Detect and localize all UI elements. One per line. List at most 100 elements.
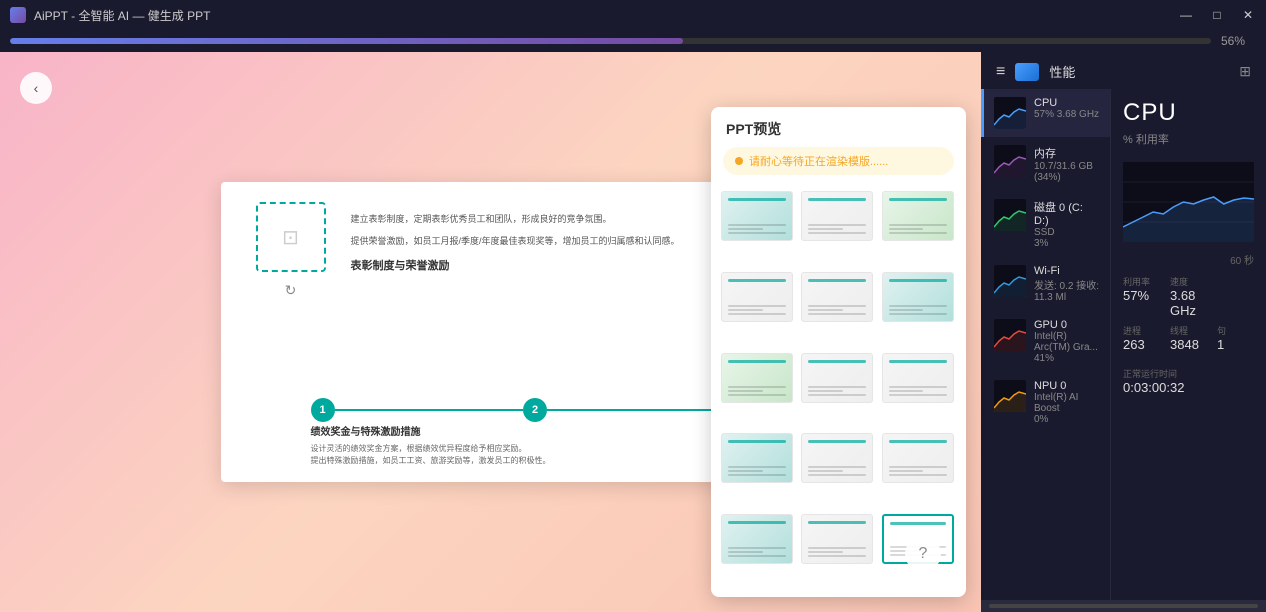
perf-sidebar-item-gpu[interactable]: GPU 0Intel(R) Arc(TM) Gra... 41% — [981, 311, 1110, 372]
timeline-line-2 — [547, 409, 736, 411]
perf-sidebar-info-wifi: Wi-Fi发送: 0.2 接收: 11.3 Ml — [1034, 265, 1100, 303]
preview-thumbnail-10[interactable] — [721, 433, 793, 483]
title-bar-left: AiPPT - 全智能 AI — 健生成 PPT — [10, 7, 210, 24]
help-button[interactable]: ? — [905, 536, 941, 572]
perf-logo-icon — [1015, 63, 1039, 81]
perf-sidebar-item-cpu[interactable]: CPU57% 3.68 GHz — [981, 89, 1110, 137]
window-controls: — □ ✕ — [1178, 8, 1256, 22]
utilization-label: 利用率 — [1123, 275, 1160, 288]
perf-sidebar-detail-memory: 10.7/31.6 GB (34%) — [1034, 161, 1100, 183]
perf-body: CPU57% 3.68 GHz 内存10.7/31.6 GB (34%) 磁盘 … — [981, 89, 1266, 600]
perf-mini-chart-npu — [994, 380, 1026, 412]
slide-subtitle: 绩效奖金与特殊激励措施 — [311, 423, 736, 438]
preview-thumbnail-3[interactable] — [882, 191, 954, 241]
perf-sidebar-detail-disk: SSD 3% — [1034, 227, 1100, 249]
perf-main-content: CPU % 利用率 60 秒 — [1111, 89, 1266, 600]
perf-sidebar-name-disk: 磁盘 0 (C: D:) — [1034, 199, 1100, 227]
expand-icon[interactable]: ⊞ — [1239, 63, 1251, 80]
handle-value: 1 — [1217, 337, 1254, 352]
cpu-uptime-stat: 正常运行时间 0:03:00:32 — [1123, 363, 1254, 395]
perf-sidebar-info-memory: 内存10.7/31.6 GB (34%) — [1034, 145, 1100, 183]
cpu-speed-stat: 速度 3.68 GHz — [1170, 275, 1207, 318]
main-area: ‹ ⊡ ↻ 建立表彰制度，定期表彰优秀员工和团队，形成良好的竞争氛围。 提供荣誉… — [0, 52, 1266, 612]
uptime-value: 0:03:00:32 — [1123, 380, 1254, 395]
perf-sidebar-info-npu: NPU 0Intel(R) AI Boost 0% — [1034, 380, 1100, 425]
perf-sidebar-name-cpu: CPU — [1034, 97, 1100, 109]
minimize-button[interactable]: — — [1178, 8, 1194, 22]
slide-timeline: 1 2 — [311, 398, 736, 422]
perf-mini-chart-gpu — [994, 319, 1026, 351]
process-label: 进程 — [1123, 324, 1160, 337]
perf-title: 性能 — [1049, 62, 1075, 81]
scrollbar[interactable] — [989, 604, 1258, 608]
slide-text-2: 提供荣誉激励，如员工月报/季度/年度最佳表现奖等，增加员工的归属感和认同感。 — [351, 234, 736, 248]
performance-panel: ≡ 性能 ⊞ CPU57% 3.68 GHz 内存10.7/31.6 GB (3… — [981, 52, 1266, 612]
cpu-stats-grid: 利用率 57% 速度 3.68 GHz 进程 263 线程 3848 — [1123, 275, 1254, 352]
perf-mini-chart-wifi — [994, 265, 1026, 297]
utilization-value: 57% — [1123, 288, 1160, 303]
title-bar: AiPPT - 全智能 AI — 健生成 PPT — □ ✕ — [0, 0, 1266, 30]
perf-sidebar-detail-gpu: Intel(R) Arc(TM) Gra... 41% — [1034, 331, 1100, 364]
cpu-chart-svg — [1123, 162, 1254, 242]
progress-bar-track — [10, 38, 1211, 44]
perf-sidebar-info-disk: 磁盘 0 (C: D:)SSD 3% — [1034, 199, 1100, 249]
window-title: AiPPT - 全智能 AI — 健生成 PPT — [34, 7, 210, 24]
perf-sidebar-info-cpu: CPU57% 3.68 GHz — [1034, 97, 1100, 120]
speed-value: 3.68 GHz — [1170, 288, 1207, 318]
preview-thumbnail-7[interactable] — [721, 353, 793, 403]
perf-sidebar-info-gpu: GPU 0Intel(R) Arc(TM) Gra... 41% — [1034, 319, 1100, 364]
progress-bar-fill — [10, 38, 683, 44]
perf-sidebar-name-memory: 内存 — [1034, 145, 1100, 161]
preview-thumbnail-grid — [711, 183, 966, 597]
rendering-dot-icon — [735, 157, 743, 165]
preview-thumbnail-14[interactable] — [801, 514, 873, 564]
close-button[interactable]: ✕ — [1240, 8, 1256, 22]
perf-mini-chart-cpu — [994, 97, 1026, 129]
preview-thumbnail-5[interactable] — [801, 272, 873, 322]
cpu-thread-stat: 线程 3848 — [1170, 324, 1207, 352]
loading-spinner-icon: ↻ — [285, 282, 297, 299]
perf-header-left: ≡ 性能 — [996, 62, 1075, 81]
progress-percent: 56% — [1221, 34, 1256, 48]
cpu-process-stat: 进程 263 — [1123, 324, 1160, 352]
preview-thumbnail-11[interactable] — [801, 433, 873, 483]
preview-thumbnail-1[interactable] — [721, 191, 793, 241]
back-icon: ‹ — [34, 80, 39, 96]
slide-subtext-2: 提出特殊激励措施，如员工工资、旅游奖励等，激发员工的积极性。 — [311, 455, 736, 467]
preview-thumbnail-4[interactable] — [721, 272, 793, 322]
preview-thumbnail-9[interactable] — [882, 353, 954, 403]
slide-preview: ⊡ ↻ 建立表彰制度，定期表彰优秀员工和团队，形成良好的竞争氛围。 提供荣誉激励… — [221, 182, 761, 482]
preview-thumbnail-6[interactable] — [882, 272, 954, 322]
timeline-node-2: 2 — [523, 398, 547, 422]
perf-footer — [981, 600, 1266, 612]
perf-sidebar-detail-wifi: 发送: 0.2 接收: 11.3 Ml — [1034, 277, 1100, 303]
perf-header: ≡ 性能 ⊞ — [981, 52, 1266, 89]
preview-thumbnail-12[interactable] — [882, 433, 954, 483]
perf-sidebar-name-gpu: GPU 0 — [1034, 319, 1100, 331]
back-button[interactable]: ‹ — [20, 72, 52, 104]
menu-icon[interactable]: ≡ — [996, 63, 1005, 81]
perf-sidebar: CPU57% 3.68 GHz 内存10.7/31.6 GB (34%) 磁盘 … — [981, 89, 1111, 600]
cpu-empty-stat — [1217, 275, 1254, 318]
process-value: 263 — [1123, 337, 1160, 352]
timeline-node-1: 1 — [311, 398, 335, 422]
preview-header: PPT预览 — [711, 107, 966, 147]
preview-thumbnail-2[interactable] — [801, 191, 873, 241]
cpu-handle-stat: 句 1 — [1217, 324, 1254, 352]
cpu-chart-area — [1123, 162, 1254, 242]
preview-thumbnail-8[interactable] — [801, 353, 873, 403]
perf-sidebar-item-disk[interactable]: 磁盘 0 (C: D:)SSD 3% — [981, 191, 1110, 257]
timeline-line — [335, 409, 524, 411]
slide-subtext-1: 设计灵活的绩效奖金方案，根据绩效优异程度给予相应奖励。 — [311, 443, 736, 455]
preview-rendering-message: 请耐心等待正在渲染模版...... — [723, 147, 954, 175]
perf-sidebar-item-memory[interactable]: 内存10.7/31.6 GB (34%) — [981, 137, 1110, 191]
preview-thumbnail-13[interactable] — [721, 514, 793, 564]
perf-sidebar-detail-cpu: 57% 3.68 GHz — [1034, 109, 1100, 120]
speed-label: 速度 — [1170, 275, 1207, 288]
handle-label: 句 — [1217, 324, 1254, 337]
perf-sidebar-item-wifi[interactable]: Wi-Fi发送: 0.2 接收: 11.3 Ml — [981, 257, 1110, 311]
cpu-main-subtitle: % 利用率 — [1123, 131, 1254, 147]
maximize-button[interactable]: □ — [1209, 8, 1225, 22]
cpu-main-title: CPU — [1123, 99, 1254, 127]
perf-sidebar-item-npu[interactable]: NPU 0Intel(R) AI Boost 0% — [981, 372, 1110, 433]
